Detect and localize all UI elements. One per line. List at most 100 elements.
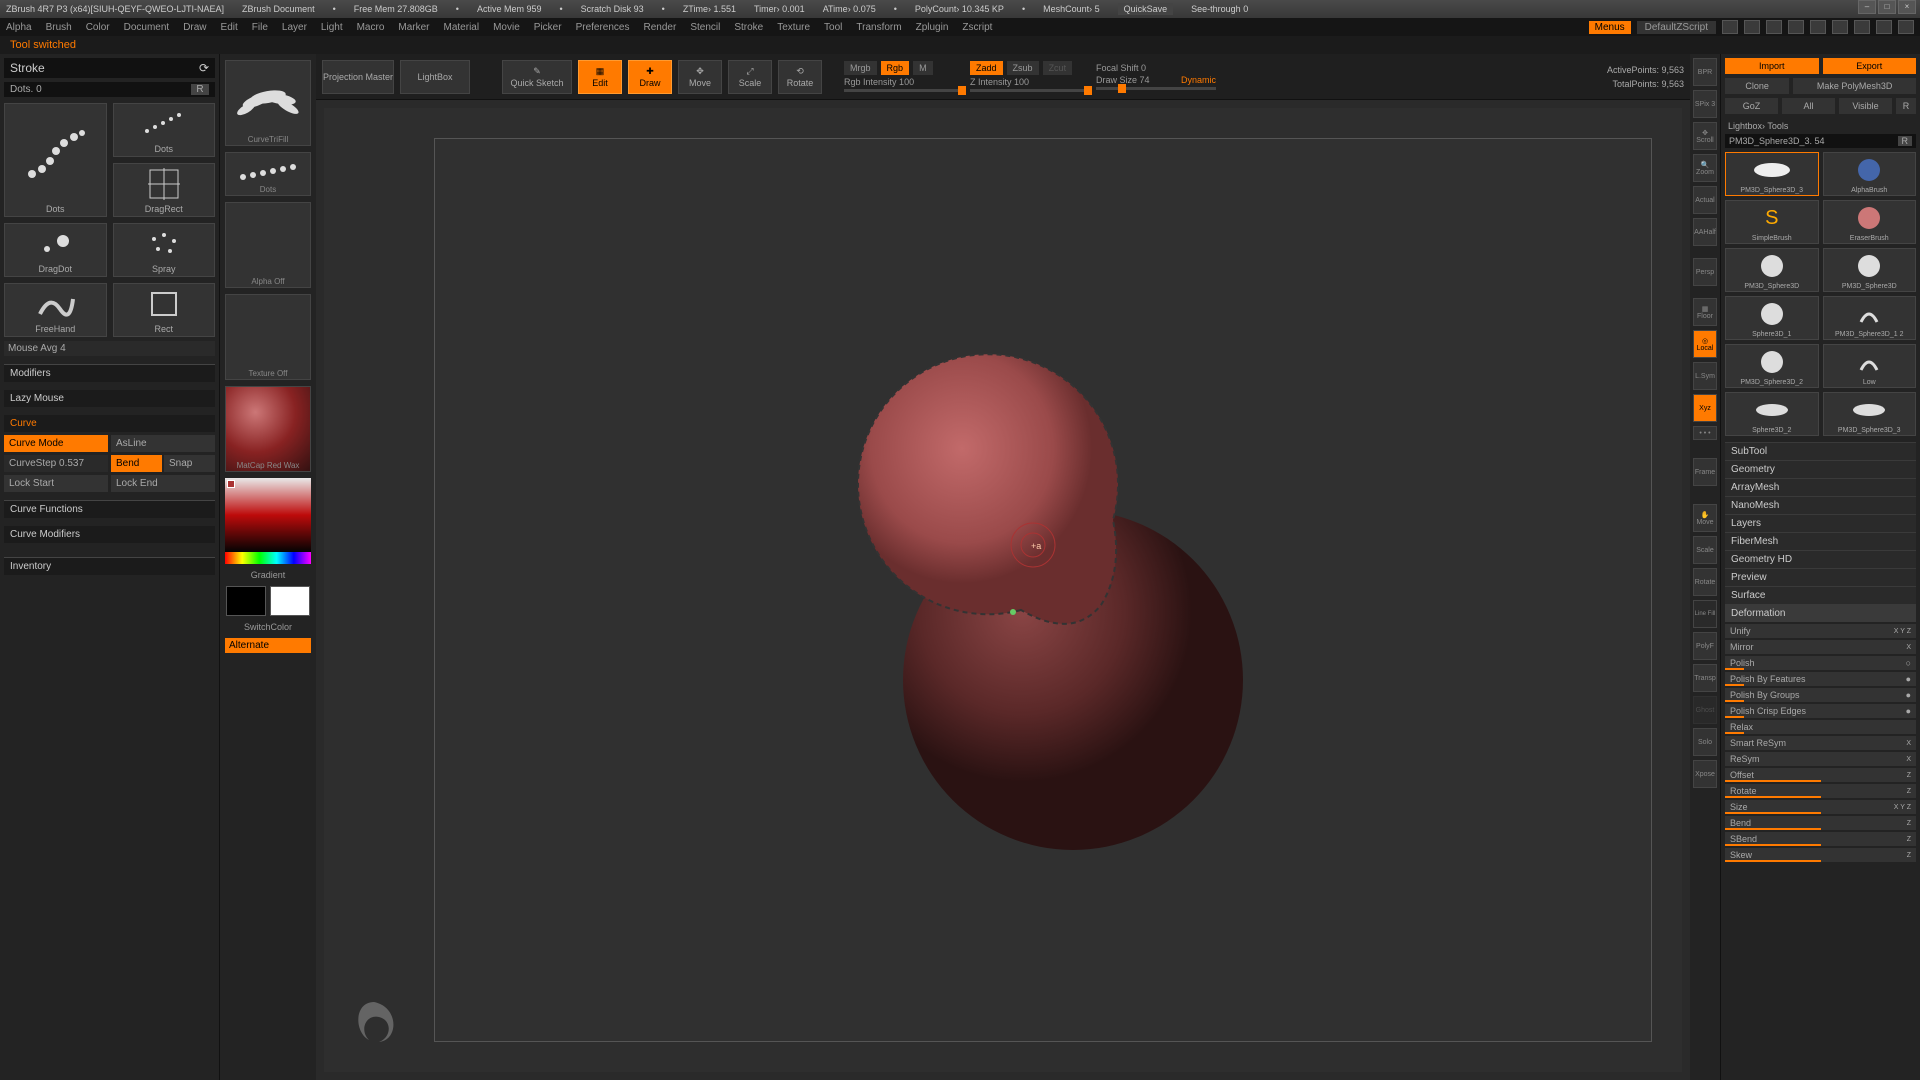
refresh-icon[interactable]: ⟳ (199, 61, 209, 75)
menu-item[interactable]: Movie (493, 22, 520, 33)
curve-functions-section[interactable]: Curve Functions (4, 500, 215, 518)
bend-slider[interactable]: BendZ (1725, 816, 1916, 830)
menu-item[interactable]: Brush (46, 22, 72, 33)
bpr-button[interactable]: BPR (1693, 58, 1717, 86)
tray-icon[interactable] (1744, 20, 1760, 34)
z-intensity-slider[interactable]: Z Intensity 100 (970, 77, 1090, 87)
tool-item[interactable]: Low (1823, 344, 1917, 388)
zcut-button[interactable]: Zcut (1043, 61, 1073, 75)
tray-icon[interactable] (1876, 20, 1892, 34)
menu-item[interactable]: Draw (183, 22, 206, 33)
m-button[interactable]: M (913, 61, 933, 75)
size-slider[interactable]: SizeX Y Z (1725, 800, 1916, 814)
inventory-section[interactable]: Inventory (4, 557, 215, 575)
fibermesh-accordion[interactable]: FiberMesh (1725, 532, 1916, 550)
curve-section[interactable]: Curve (4, 415, 215, 432)
ghost-button[interactable]: Ghost (1693, 696, 1717, 724)
menu-item[interactable]: Zscript (962, 22, 992, 33)
rgb-button[interactable]: Rgb (881, 61, 910, 75)
move-button[interactable]: ✥Move (678, 60, 722, 94)
edit-button[interactable]: ▦Edit (578, 60, 622, 94)
menu-item[interactable]: Picker (534, 22, 562, 33)
menu-item[interactable]: Render (644, 22, 677, 33)
spix-slider[interactable]: SPix 3 (1693, 90, 1717, 118)
curve-mode-button[interactable]: Curve Mode (4, 435, 108, 452)
subtool-accordion[interactable]: SubTool (1725, 442, 1916, 460)
alternate-button[interactable]: Alternate (225, 638, 311, 653)
tray-icon[interactable] (1832, 20, 1848, 34)
tray-icon[interactable] (1898, 20, 1914, 34)
mirror-slider[interactable]: MirrorX (1725, 640, 1916, 654)
geometry-accordion[interactable]: Geometry (1725, 460, 1916, 478)
canvas[interactable]: +a (324, 108, 1682, 1072)
menu-item[interactable]: Transform (856, 22, 901, 33)
transp-button[interactable]: Transp (1693, 664, 1717, 692)
close-button[interactable]: × (1898, 0, 1916, 14)
tray-icon[interactable] (1810, 20, 1826, 34)
menus-button[interactable]: Menus (1589, 21, 1631, 34)
visible-button[interactable]: Visible (1839, 98, 1892, 114)
scale-view-button[interactable]: Scale (1693, 536, 1717, 564)
rotate-view-button[interactable]: Rotate (1693, 568, 1717, 596)
r-badge[interactable]: R (1898, 136, 1913, 146)
line-fill-button[interactable]: Line Fill (1693, 600, 1717, 628)
projection-master-button[interactable]: Projection Master (322, 60, 394, 94)
tool-item[interactable]: PM3D_Sphere3D_3 (1823, 392, 1917, 436)
stroke-type-dragdot[interactable]: DragDot (4, 223, 107, 277)
curve-modifiers-section[interactable]: Curve Modifiers (4, 526, 215, 543)
texture-slot[interactable]: Texture Off (225, 294, 311, 380)
menu-item[interactable]: Document (124, 22, 170, 33)
menu-item[interactable]: Marker (398, 22, 429, 33)
stroke-type-freehand[interactable]: FreeHand (4, 283, 107, 337)
menu-item[interactable]: Light (321, 22, 343, 33)
lightbox-tools-button[interactable]: Lightbox› Tools (1725, 118, 1916, 134)
switch-color-button[interactable]: SwitchColor (244, 622, 292, 632)
rotate-button[interactable]: ⟲Rotate (778, 60, 822, 94)
export-button[interactable]: Export (1823, 58, 1917, 74)
polish-crisp-slider[interactable]: Polish Crisp Edges● (1725, 704, 1916, 718)
tool-item[interactable]: AlphaBrush (1823, 152, 1917, 196)
mouse-avg-slider[interactable]: Mouse Avg 4 (4, 341, 215, 356)
nanomesh-accordion[interactable]: NanoMesh (1725, 496, 1916, 514)
tool-item[interactable]: SSimpleBrush (1725, 200, 1819, 244)
all-button[interactable]: All (1782, 98, 1835, 114)
mrgb-button[interactable]: Mrgb (844, 61, 877, 75)
stroke-slot[interactable]: Dots (225, 152, 311, 196)
skew-slider[interactable]: SkewZ (1725, 848, 1916, 862)
stroke-type-spray[interactable]: Spray (113, 223, 216, 277)
secondary-color[interactable] (226, 586, 266, 616)
rgb-intensity-slider[interactable]: Rgb Intensity 100 (844, 77, 964, 87)
maximize-button[interactable]: □ (1878, 0, 1896, 14)
make-polymesh-button[interactable]: Make PolyMesh3D (1793, 78, 1916, 94)
menu-item[interactable]: Alpha (6, 22, 32, 33)
floor-button[interactable]: ▦Floor (1693, 298, 1717, 326)
move-view-button[interactable]: ✋Move (1693, 504, 1717, 532)
menu-item[interactable]: Edit (221, 22, 238, 33)
material-slot[interactable]: MatCap Red Wax (225, 386, 311, 472)
lsym-button[interactable]: L.Sym (1693, 362, 1717, 390)
alpha-slot[interactable]: Alpha Off (225, 202, 311, 288)
scale-button[interactable]: ⤢Scale (728, 60, 772, 94)
tool-item[interactable]: Sphere3D_1 (1725, 296, 1819, 340)
geometryhd-accordion[interactable]: Geometry HD (1725, 550, 1916, 568)
menu-item[interactable]: Layer (282, 22, 307, 33)
preview-accordion[interactable]: Preview (1725, 568, 1916, 586)
zsub-button[interactable]: Zsub (1007, 61, 1039, 75)
gradient-button[interactable]: Gradient (251, 570, 286, 580)
actual-button[interactable]: Actual (1693, 186, 1717, 214)
polish-features-slider[interactable]: Polish By Features● (1725, 672, 1916, 686)
local-button[interactable]: ◎Local (1693, 330, 1717, 358)
stroke-type-current[interactable]: Dots (4, 103, 107, 217)
surface-accordion[interactable]: Surface (1725, 586, 1916, 604)
default-zscript[interactable]: DefaultZScript (1637, 21, 1716, 34)
tool-item[interactable]: PM3D_Sphere3D_1 2 (1823, 296, 1917, 340)
tool-item[interactable]: Sphere3D_2 (1725, 392, 1819, 436)
brush-slot[interactable]: CurveTriFill (225, 60, 311, 146)
axis-dots[interactable]: • • • (1693, 426, 1717, 440)
primary-color[interactable] (270, 586, 310, 616)
menu-item[interactable]: Macro (357, 22, 385, 33)
clone-button[interactable]: Clone (1725, 78, 1789, 94)
offset-slider[interactable]: OffsetZ (1725, 768, 1916, 782)
quick-sketch-button[interactable]: ✎Quick Sketch (502, 60, 572, 94)
zoom-button[interactable]: 🔍Zoom (1693, 154, 1717, 182)
